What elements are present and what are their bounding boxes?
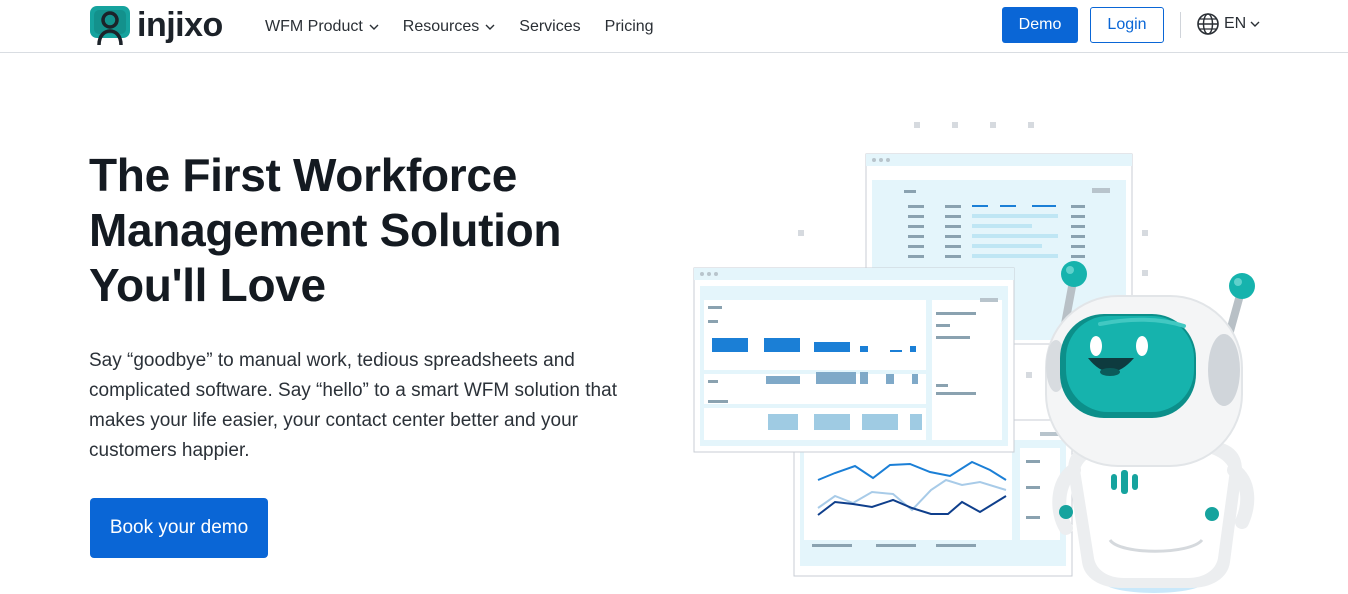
hero-title: The First Workforce Management Solution … bbox=[89, 148, 649, 313]
nav-item-label: WFM Product bbox=[265, 17, 363, 35]
dashboard-window bbox=[693, 267, 1015, 453]
hero-description-line: Say “goodbye” to manual work, tedious sp… bbox=[89, 350, 575, 371]
chevron-down-icon bbox=[485, 24, 495, 30]
nav-pricing[interactable]: Pricing bbox=[605, 18, 654, 36]
login-button[interactable]: Login bbox=[1090, 7, 1164, 43]
header-divider bbox=[1180, 12, 1181, 38]
chevron-down-icon bbox=[369, 24, 379, 30]
hero-description-line: makes your life easier, your contact cen… bbox=[89, 410, 578, 431]
nav-resources[interactable]: Resources bbox=[403, 18, 495, 36]
nav-services[interactable]: Services bbox=[519, 18, 580, 36]
language-label: EN bbox=[1224, 15, 1247, 32]
nav-item-label: Resources bbox=[402, 17, 480, 35]
language-selector[interactable]: EN bbox=[1196, 12, 1260, 36]
book-demo-button[interactable]: Book your demo bbox=[90, 498, 268, 558]
logo[interactable]: injixo bbox=[89, 5, 223, 45]
hero-description-line: customers happier. bbox=[89, 440, 250, 461]
logo-text: injixo bbox=[137, 6, 223, 44]
hero-title-line: The First Workforce bbox=[89, 149, 517, 201]
robot-icon bbox=[1045, 261, 1255, 593]
nav-wfm-product[interactable]: WFM Product bbox=[265, 18, 379, 36]
hero-description: Say “goodbye” to manual work, tedious sp… bbox=[89, 346, 669, 466]
globe-icon bbox=[1197, 13, 1219, 35]
hero-title-line: Management Solution bbox=[89, 204, 562, 256]
site-header: injixo WFM Product Resources Services Pr… bbox=[0, 0, 1348, 53]
hero-title-line: You'll Love bbox=[89, 259, 326, 311]
hero-description-line: complicated software. Say “hello” to a s… bbox=[89, 380, 617, 401]
nav-item-label: Services bbox=[519, 17, 581, 35]
chevron-down-icon bbox=[1250, 21, 1260, 27]
hero-illustration bbox=[693, 122, 1255, 593]
main-nav: WFM Product Resources Services Pricing bbox=[265, 0, 654, 53]
demo-button[interactable]: Demo bbox=[1002, 7, 1078, 43]
injixo-logo-icon bbox=[90, 6, 130, 45]
nav-item-label: Pricing bbox=[604, 17, 654, 35]
